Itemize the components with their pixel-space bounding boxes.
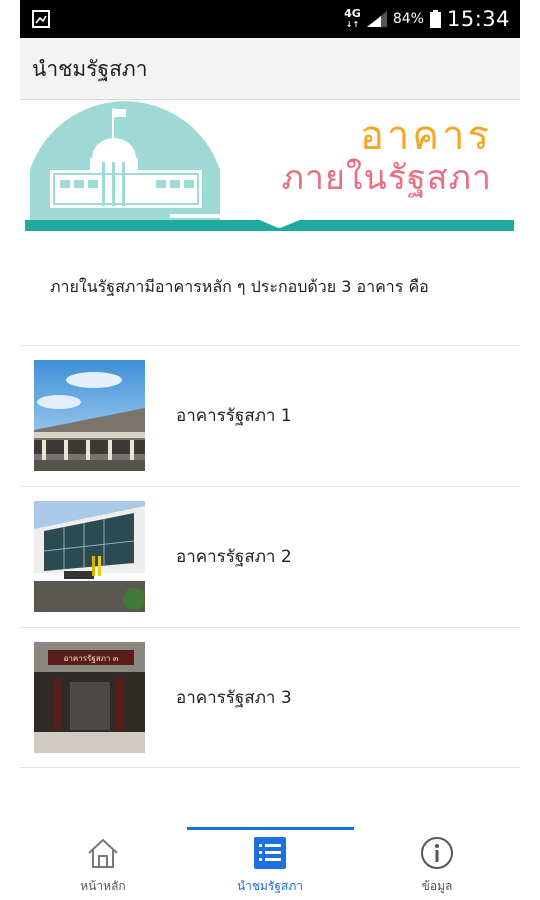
status-bar: 4G ↓↑ 84% 15:34 — [20, 0, 520, 38]
signal-icon — [366, 11, 387, 27]
nav-info[interactable]: ข้อมูล — [354, 827, 520, 900]
banner-title-line1: อาคาร — [359, 113, 492, 159]
battery-percent: 84% — [392, 11, 424, 27]
home-icon — [88, 838, 118, 868]
building-1-label: อาคารรัฐสภา 1 — [176, 406, 292, 426]
building-list-item-2[interactable]: อาคารรัฐสภา 2 — [20, 487, 520, 627]
building-3-label: อาคารรัฐสภา 3 — [176, 688, 292, 708]
app-bar: นำชมรัฐสภา — [20, 38, 520, 100]
nav-tour-label: นำชมรัฐสภา — [236, 879, 304, 893]
divider — [20, 767, 520, 768]
nav-tour[interactable]: นำชมรัฐสภา — [187, 827, 353, 900]
building-list-item-1[interactable]: อาคารรัฐสภา 1 — [20, 346, 520, 486]
building-3-sign-text: อาคารรัฐสภา ๓ — [64, 654, 119, 663]
banner-title-line2: ภายในรัฐสภา — [281, 158, 492, 198]
nav-home[interactable]: หน้าหลัก — [20, 827, 186, 900]
page-title: นำชมรัฐสภา — [32, 57, 148, 81]
building-2-thumbnail — [34, 501, 145, 612]
banner: อาคาร ภายในรัฐสภา — [20, 100, 520, 240]
building-2-label: อาคารรัฐสภา 2 — [176, 547, 292, 567]
image-icon — [32, 10, 50, 28]
intro-text: ภายในรัฐสภามีอาคารหลัก ๆ ประกอบด้วย 3 อา… — [50, 277, 429, 296]
building-3-thumbnail: อาคารรัฐสภา ๓ — [34, 642, 145, 753]
bottom-navigation: หน้าหลัก นำชมรัฐสภา ข้อมูล — [20, 827, 520, 900]
network-indicator: 4G ↓↑ — [344, 6, 361, 29]
building-1-thumbnail — [34, 360, 145, 471]
phone-screen: 4G ↓↑ 84% 15:34 นำชมรัฐสภา อาคาร ภายในรั… — [20, 0, 520, 900]
battery-icon — [429, 10, 441, 28]
nav-home-label: หน้าหลัก — [80, 879, 126, 893]
status-right: 4G ↓↑ 84% 15:34 — [344, 0, 510, 38]
nav-info-label: ข้อมูล — [421, 879, 453, 893]
info-icon — [421, 837, 453, 869]
clock: 15:34 — [446, 7, 510, 31]
list-icon — [254, 837, 286, 869]
building-list-item-3[interactable]: อาคารรัฐสภา ๓ อาคารรัฐสภา 3 — [20, 628, 520, 768]
